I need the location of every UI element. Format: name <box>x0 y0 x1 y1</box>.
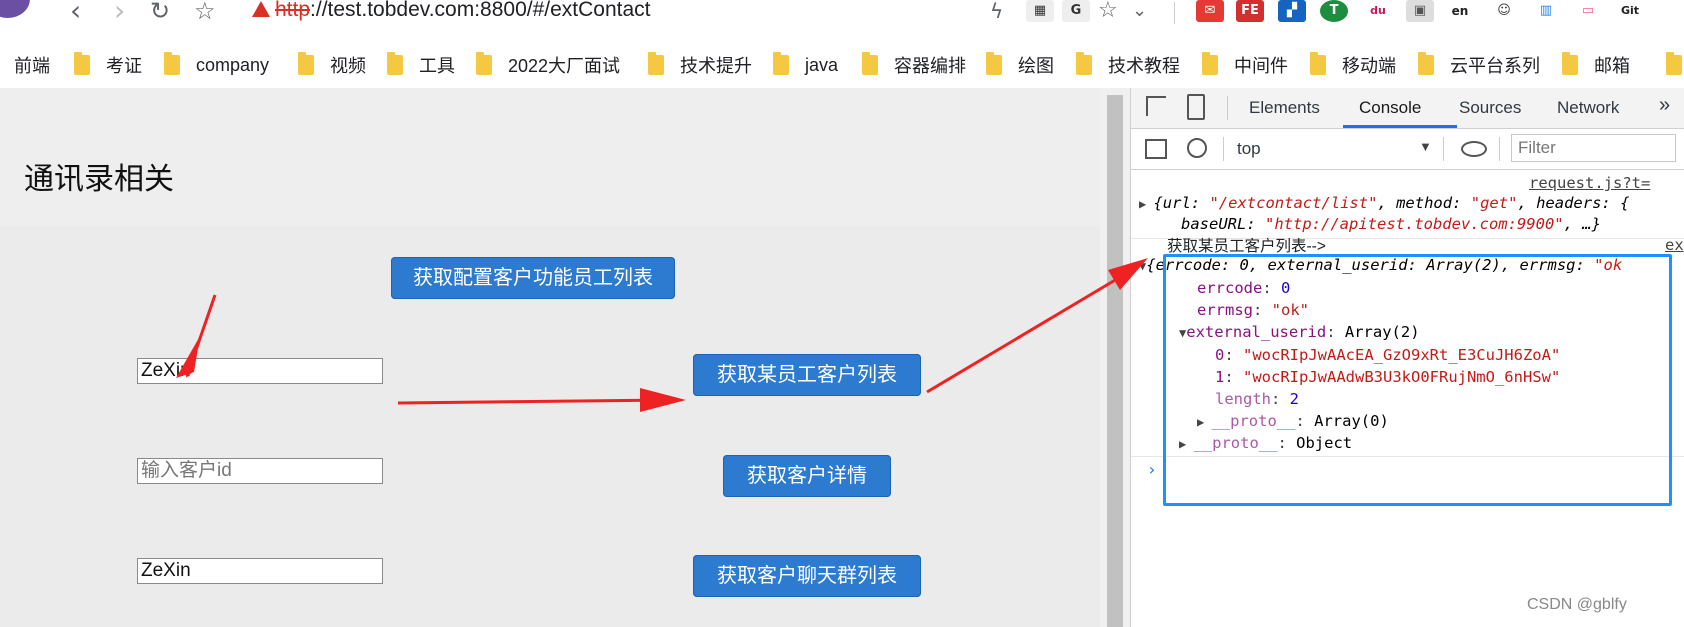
arrow-button-to-console <box>926 268 1133 394</box>
arrow-arrowhead <box>1108 258 1148 290</box>
arrow-input-to-button <box>397 398 673 405</box>
highlight-box <box>1163 254 1672 506</box>
watermark: CSDN @gblfy <box>1527 596 1627 613</box>
arrow-arrowhead <box>176 336 200 378</box>
arrow-arrowhead <box>640 388 686 412</box>
